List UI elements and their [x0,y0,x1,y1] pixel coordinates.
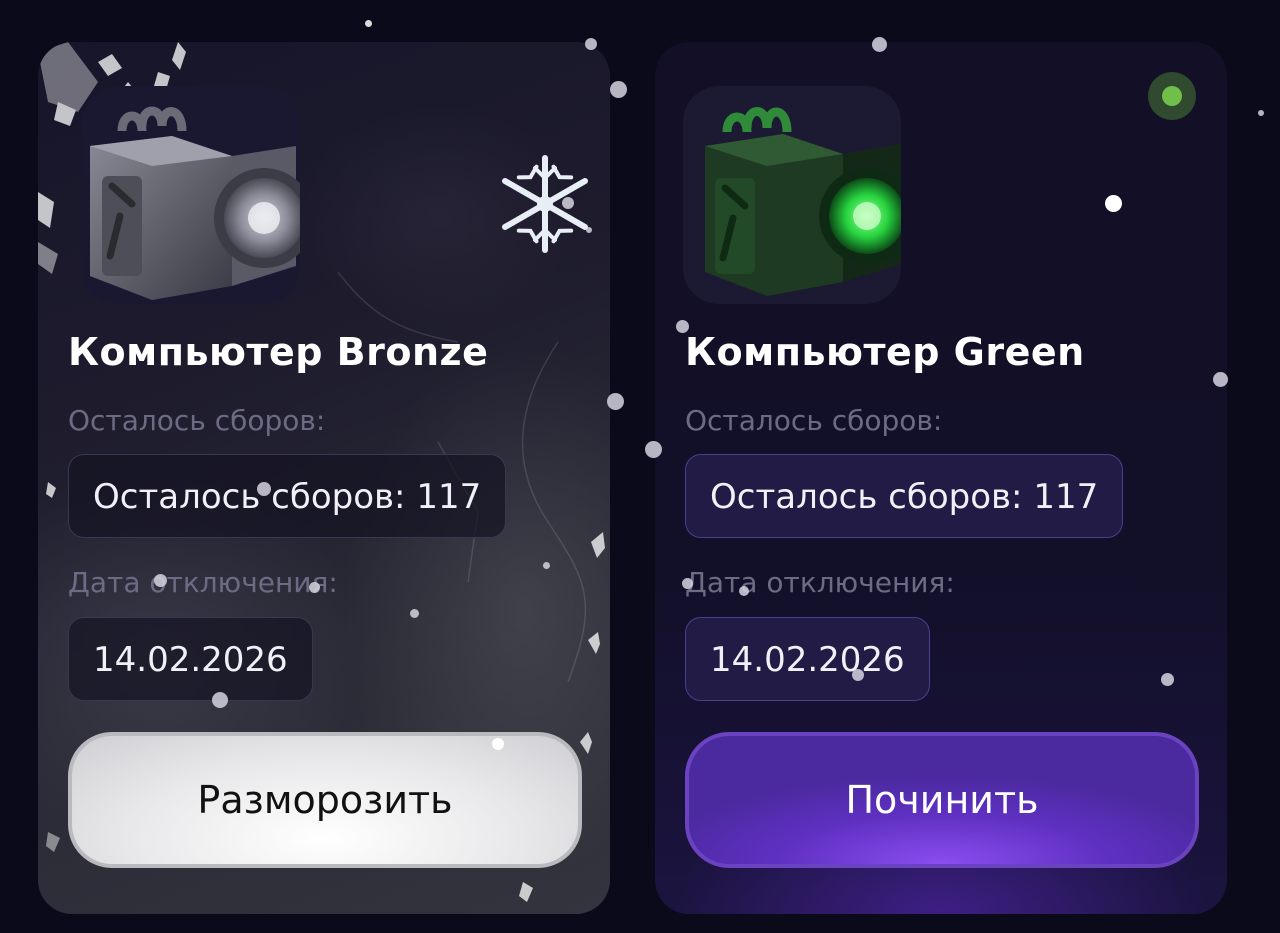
remaining-value: Осталось сборов: 117 [685,454,1124,538]
shutdown-date-label: Дата отключения: [68,566,338,599]
repair-button[interactable]: Починить [685,732,1199,868]
snow-particle [682,578,693,589]
card-title: Компьютер Green [685,330,1085,374]
snow-particle [543,562,550,569]
snow-particle [1105,195,1122,212]
remaining-value: Осталось сборов: 117 [68,454,507,538]
snow-particle [607,393,624,410]
shutdown-date-value: 14.02.2026 [685,617,930,701]
shutdown-date-value: 14.02.2026 [68,617,313,701]
remaining-label: Осталось сборов: [68,404,326,437]
card-title: Компьютер Bronze [68,330,489,374]
miner-image-bronze [82,86,300,304]
snow-particle [586,227,592,233]
snow-particle [365,20,372,27]
snow-particle [492,738,504,750]
miner-card-bronze: Компьютер Bronze Осталось сборов: Остало… [38,42,610,914]
snow-particle [610,81,627,98]
snow-particle [309,582,320,593]
remaining-label: Осталось сборов: [685,404,943,437]
snow-particle [212,692,228,708]
snow-particle [1161,673,1174,686]
snow-particle [562,197,574,209]
snowflake-icon [502,155,588,253]
snow-particle [585,38,597,50]
snow-particle [739,586,749,596]
miner-bronze-icon [90,106,300,300]
snow-particle [872,37,887,52]
snow-particle [154,574,167,587]
unfreeze-button[interactable]: Разморозить [68,732,582,868]
miner-card-green: Компьютер Green Осталось сборов: Осталос… [655,42,1227,914]
miner-green-icon [705,107,901,296]
shutdown-date-label: Дата отключения: [685,566,955,599]
snow-particle [1258,110,1264,116]
snow-particle [1213,372,1228,387]
status-dot-icon [1148,72,1196,120]
snow-particle [257,482,271,496]
snow-particle [852,669,864,681]
status-indicator [1162,86,1182,106]
snow-particle [645,441,662,458]
snow-particle [410,609,419,618]
snow-particle [676,320,689,333]
miner-image-green [683,86,901,304]
